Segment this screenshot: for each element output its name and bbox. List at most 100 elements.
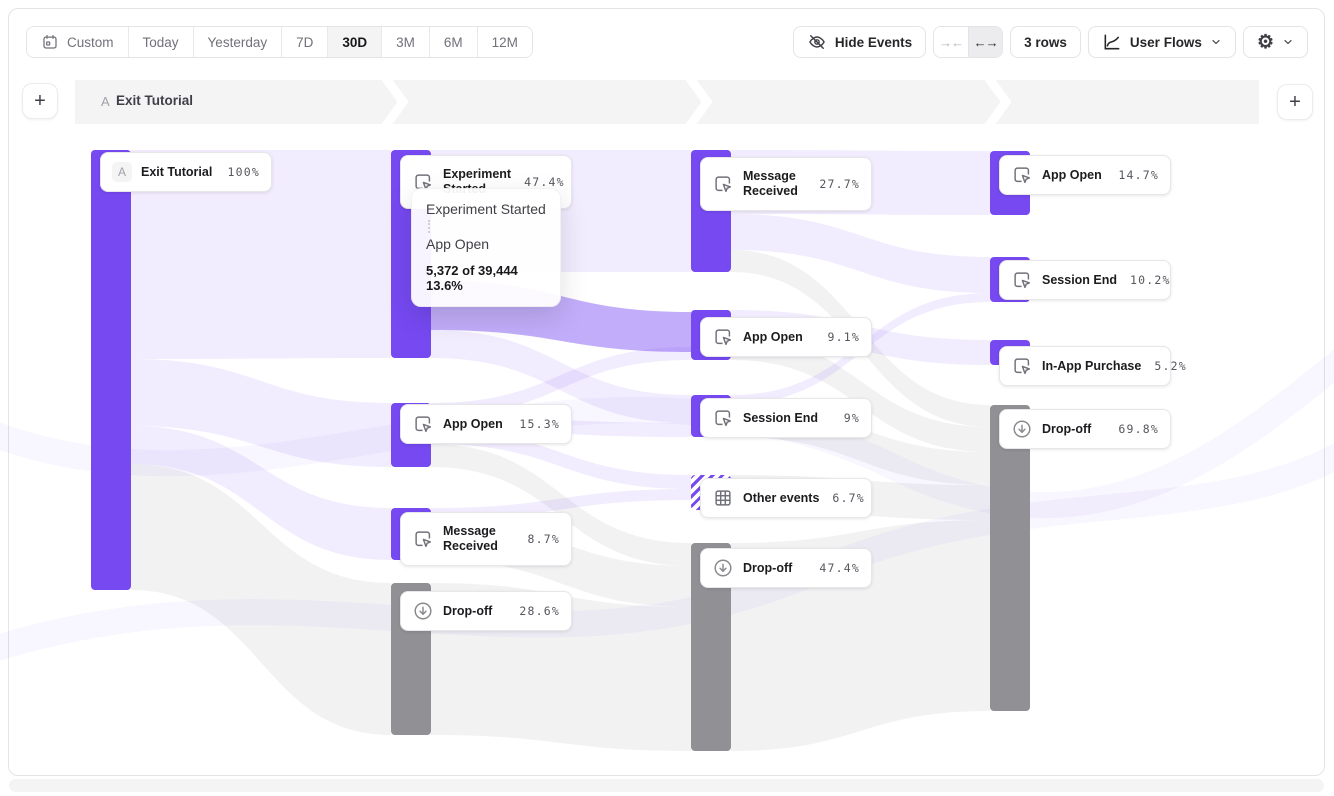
node-percent: 5.2%	[1150, 359, 1187, 373]
date-range-label: 12M	[492, 35, 518, 50]
flow-node-iap4[interactable]: In-App Purchase5.2%	[999, 346, 1171, 386]
event-cursor-icon	[712, 173, 734, 195]
flow-node-session3[interactable]: Session End 9%	[700, 398, 872, 438]
event-cursor-icon	[1011, 355, 1033, 377]
chevron-down-icon	[1282, 36, 1294, 48]
collapse-columns-button[interactable]: →←	[934, 27, 968, 57]
settings-button[interactable]: ⚙	[1243, 26, 1308, 58]
node-label: App Open	[1042, 168, 1105, 183]
node-label: Session End	[743, 411, 831, 426]
flow-steps-bar[interactable]: A Exit Tutorial	[75, 80, 1259, 124]
hide-events-label: Hide Events	[835, 35, 912, 50]
flow-node-other3[interactable]: Other events 6.7%	[700, 478, 872, 518]
sankey-bar-exit[interactable]	[91, 150, 131, 590]
sankey-bar-dropoff4[interactable]	[990, 405, 1030, 711]
node-label: App Open	[443, 417, 506, 432]
date-range-label: Today	[143, 35, 179, 50]
flow-node-appopen4[interactable]: App Open14.7%	[999, 155, 1171, 195]
node-percent: 69.8%	[1114, 422, 1159, 436]
node-label: Message Received	[743, 169, 806, 199]
tooltip-source-event: Experiment Started	[426, 201, 546, 217]
user-flows-page: A Exit Tutorial 100% Experiment Started 47.4…	[0, 0, 1334, 796]
grid-icon	[712, 487, 734, 509]
event-cursor-icon	[412, 413, 434, 435]
flow-node-appopen3[interactable]: App Open 9.1%	[700, 317, 872, 357]
date-range-7d[interactable]: 7D	[281, 27, 327, 57]
node-label: Other events	[743, 491, 819, 506]
flow-tooltip: Experiment Started App Open 5,372 of 39,…	[411, 188, 561, 307]
event-cursor-icon	[1011, 164, 1033, 186]
event-cursor-icon	[712, 407, 734, 429]
rows-button[interactable]: 3 rows	[1010, 26, 1081, 58]
flow-node-exit[interactable]: A Exit Tutorial 100%	[100, 152, 272, 192]
date-range-label: 7D	[296, 35, 313, 50]
flow-node-message2[interactable]: Message Received 8.7%	[400, 512, 572, 566]
step-chevron-separator	[382, 80, 408, 124]
node-percent: 6.7%	[828, 491, 865, 505]
flow-node-dropoff4[interactable]: Drop-off 69.8%	[999, 409, 1171, 449]
toolbar: Custom Today Yesterday 7D 30D 3M 6M 12M Hide Ev…	[26, 26, 1308, 58]
date-range-30d[interactable]: 30D	[327, 27, 381, 57]
node-percent: 47.4%	[520, 175, 565, 189]
tooltip-stat: 5,372 of 39,444 13.6%	[426, 263, 546, 293]
tooltip-target-event: App Open	[426, 236, 546, 252]
view-selector-dropdown[interactable]: User Flows	[1088, 26, 1236, 58]
node-label: In-App Purchase	[1042, 359, 1141, 374]
rows-label: 3 rows	[1024, 35, 1067, 50]
node-percent: 10.2%	[1126, 273, 1171, 287]
node-percent: 100%	[224, 165, 261, 179]
step-chevron-separator	[985, 80, 1011, 124]
date-range-custom[interactable]: Custom	[27, 27, 128, 57]
node-label: Drop-off	[1042, 422, 1105, 437]
hide-events-button[interactable]: Hide Events	[793, 26, 926, 58]
node-label: Session End	[1042, 273, 1117, 288]
date-range-label: Yesterday	[208, 35, 268, 50]
step-chevron-separator	[686, 80, 712, 124]
date-range-today[interactable]: Today	[128, 27, 193, 57]
date-range-label: 3M	[396, 35, 415, 50]
node-label: Drop-off	[743, 561, 806, 576]
flow-ribbon[interactable]	[731, 214, 990, 293]
add-step-left-button[interactable]: +	[22, 83, 58, 119]
node-percent: 28.6%	[515, 604, 560, 618]
event-cursor-icon	[712, 326, 734, 348]
step-letter-badge: A	[112, 162, 132, 182]
flow-node-message3[interactable]: Message Received 27.7%	[700, 157, 872, 211]
flow-node-session4[interactable]: Session End 10.2%	[999, 260, 1171, 300]
node-label: Exit Tutorial	[141, 165, 215, 180]
date-range-12m[interactable]: 12M	[477, 27, 532, 57]
node-percent: 9%	[840, 411, 860, 425]
column-width-toggle: →← ←→	[933, 26, 1003, 58]
flow-node-appopen2[interactable]: App Open 15.3%	[400, 404, 572, 444]
add-step-right-button[interactable]: +	[1277, 84, 1313, 120]
event-cursor-icon	[1011, 269, 1033, 291]
date-range-3m[interactable]: 3M	[381, 27, 429, 57]
drop-off-icon	[1011, 418, 1033, 440]
node-percent: 15.3%	[515, 417, 560, 431]
node-label: App Open	[743, 330, 815, 345]
eye-off-icon	[807, 32, 827, 52]
flows-chart-icon	[1102, 32, 1122, 52]
drop-off-icon	[412, 600, 434, 622]
expand-columns-button[interactable]: ←→	[968, 27, 1002, 57]
tooltip-connector	[428, 220, 430, 233]
view-label: User Flows	[1130, 35, 1202, 50]
node-label: Message Received	[443, 524, 515, 554]
flow-node-dropoff2[interactable]: Drop-off28.6%	[400, 591, 572, 631]
chevron-down-icon	[1210, 36, 1222, 48]
date-range-6m[interactable]: 6M	[429, 27, 477, 57]
gear-icon: ⚙	[1257, 33, 1274, 52]
date-range-label: 30D	[342, 35, 367, 50]
date-range-yesterday[interactable]: Yesterday	[193, 27, 282, 57]
event-cursor-icon	[412, 528, 434, 550]
node-percent: 9.1%	[824, 330, 861, 344]
flow-node-dropoff3[interactable]: Drop-off 47.4%	[700, 548, 872, 588]
node-percent: 27.7%	[815, 177, 860, 191]
step-label: Exit Tutorial	[116, 93, 193, 108]
date-range-label: Custom	[67, 35, 114, 50]
node-percent: 8.7%	[524, 532, 561, 546]
date-range-group: Custom Today Yesterday 7D 30D 3M 6M 12M	[26, 26, 533, 58]
step-letter: A	[101, 94, 110, 109]
date-range-label: 6M	[444, 35, 463, 50]
node-percent: 47.4%	[815, 561, 860, 575]
